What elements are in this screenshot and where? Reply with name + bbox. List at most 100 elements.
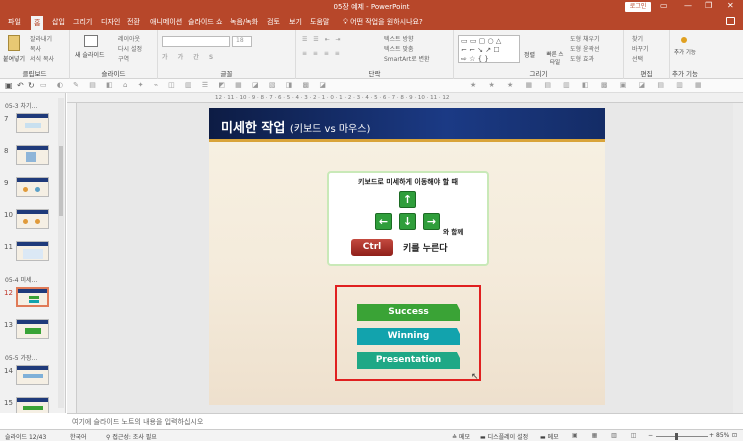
zoom-slider[interactable] <box>656 436 708 437</box>
slide-title[interactable]: 미세한 작업 (키보드 vs 마우스) <box>221 117 370 136</box>
tab-view[interactable]: 보기 <box>289 17 302 27</box>
accessibility-status[interactable]: ⚲ 접근성: 조사 필요 <box>106 432 157 441</box>
display-settings[interactable]: ▬ 디스플레이 설정 <box>480 432 528 441</box>
notes-pane[interactable]: 여기에 슬라이드 노트의 내용을 입력하십시오 <box>67 413 743 429</box>
fit-slide-icon[interactable]: ⊡ <box>732 432 737 439</box>
slide-thumbnail[interactable] <box>16 145 49 165</box>
shape-fill-button[interactable]: 도형 채우기 <box>570 34 600 43</box>
slide-thumbnail[interactable] <box>16 209 49 229</box>
slide-thumbnail[interactable] <box>16 113 49 133</box>
layout-button[interactable]: 레이아웃 <box>118 34 140 43</box>
qat-tools-right[interactable]: ★ ★ ★ ▦ ▤ ▥ ◧ ▩ ▣ ◪ ▤ ▥ ▦ <box>470 81 707 89</box>
qat-tools[interactable]: ▭ ◐ ✎ ▤ ◧ ⌂ ✦ ⌁ ◫ ▥ ☰ ◩ ▦ ◪ ▧ ◨ ▩ ◪ <box>40 81 330 89</box>
font-format-buttons[interactable]: 가 가 간 S <box>162 52 217 61</box>
slide-title-banner: 미세한 작업 (키보드 vs 마우스) <box>209 108 605 142</box>
ribbon-display-icon[interactable]: ▭ <box>660 1 668 10</box>
slide-number: 8 <box>4 147 9 155</box>
new-slide-button[interactable]: 새 슬라이드 <box>75 50 105 59</box>
paste-button[interactable]: 붙여넣기 <box>3 54 25 63</box>
editor-scrollbar[interactable] <box>733 103 743 413</box>
notes-icon: ≙ <box>452 434 459 441</box>
tab-review[interactable]: 검토 <box>267 17 280 27</box>
right-arrow-key-icon: → <box>423 213 440 230</box>
replace-button[interactable]: 바꾸기 <box>632 44 649 53</box>
redo-icon[interactable]: ↻ <box>28 81 35 90</box>
maximize-icon[interactable]: ❐ <box>705 1 712 10</box>
status-bar: 슬라이드 12/43 한국어 ⚲ 접근성: 조사 필요 ≙ 메모 ▬ 디스플레이… <box>0 429 743 441</box>
comment-icon: ▬ <box>540 434 548 441</box>
tab-insert[interactable]: 삽입 <box>52 17 65 27</box>
cut-button[interactable]: 잘라내기 <box>30 34 52 43</box>
tab-animations[interactable]: 애니메이션 <box>150 17 182 27</box>
align-buttons[interactable]: ≡ ≡ ≡ ≡ <box>302 50 342 57</box>
view-buttons[interactable]: ▣ ▦ ▥ ◫ <box>572 432 642 439</box>
font-group: 18 가 가 간 S 글꼴 <box>158 30 296 79</box>
slide-thumbnail[interactable] <box>16 241 49 261</box>
tab-record[interactable]: 녹음/녹화 <box>230 17 258 27</box>
presentation-bar[interactable]: Presentation <box>357 352 460 369</box>
zoom-out-icon[interactable]: − <box>648 432 653 439</box>
comments-toggle[interactable]: ▬ 메모 <box>540 432 559 441</box>
section-header[interactable]: 05-5 가장... <box>5 353 37 362</box>
select-button[interactable]: 선택 <box>632 54 643 63</box>
tab-design[interactable]: 디자인 <box>101 17 120 27</box>
addins-button[interactable]: 추가 기능 <box>673 48 697 56</box>
section-header[interactable]: 05-4 미세... <box>5 275 37 284</box>
notes-toggle[interactable]: ≙ 메모 <box>452 432 470 441</box>
slide-number: 10 <box>4 211 13 219</box>
comments-label: 메모 <box>547 434 559 441</box>
smartart-button[interactable]: SmartArt로 변환 <box>384 54 430 63</box>
font-size-select[interactable]: 18 <box>232 36 252 47</box>
scrollbar-thumb[interactable] <box>59 146 63 216</box>
format-painter-button[interactable]: 서식 복사 <box>30 54 54 63</box>
zoom-slider-thumb[interactable] <box>675 433 678 440</box>
tab-file[interactable]: 파일 <box>8 17 21 27</box>
quick-styles-button[interactable]: 빠른 스타일 <box>546 50 564 66</box>
section-header[interactable]: 05-3 차기... <box>5 101 37 110</box>
font-name-select[interactable] <box>162 36 230 47</box>
slide-thumbnail[interactable] <box>16 177 49 197</box>
addins-icon <box>681 37 687 43</box>
align-text-button[interactable]: 텍스트 맞춤 <box>384 44 414 53</box>
arrange-button[interactable]: 정렬 <box>524 50 535 59</box>
left-arrow-key-icon: ← <box>375 213 392 230</box>
zoom-in-icon[interactable]: + <box>709 432 714 439</box>
undo-icon[interactable]: ↶ <box>17 81 24 90</box>
shapes-gallery[interactable]: ▭ ▭ ▢ ○ △ ⌐ ⌐ ↘ ↗ ☐ ⇨ ☆ { } <box>458 35 520 63</box>
text-direction-button[interactable]: 텍스트 방향 <box>384 34 414 43</box>
slide-thumbnail[interactable] <box>16 397 49 413</box>
tell-me-search[interactable]: 💡︎ 어떤 작업을 원하시나요? <box>343 17 423 27</box>
slide-thumbnail[interactable] <box>16 365 49 385</box>
list-buttons[interactable]: ☰ ☰ ⇤ ⇥ <box>302 36 343 43</box>
selection-highlight: Success Winning Presentation <box>335 285 481 381</box>
winning-bar[interactable]: Winning <box>357 328 460 345</box>
zoom-level[interactable]: 85% <box>716 432 729 439</box>
success-bar[interactable]: Success <box>357 304 460 321</box>
addins-label: 추가 기능 <box>672 70 698 78</box>
shape-outline-button[interactable]: 도형 윤곽선 <box>570 44 600 53</box>
save-icon[interactable]: ▣ <box>5 81 13 90</box>
powerpoint-window: 05장 예제 - PowerPoint 로그인 ▭ — ❐ ✕ 파일 홈 삽입 … <box>0 0 743 441</box>
paragraph-group: ☰ ☰ ⇤ ⇥ ≡ ≡ ≡ ≡ 텍스트 방향 텍스트 맞춤 SmartArt로 … <box>296 30 454 79</box>
reset-button[interactable]: 다시 설정 <box>118 44 142 53</box>
login-button[interactable]: 로그인 <box>625 2 651 12</box>
keyboard-tip-box[interactable]: 키보드로 미세하게 이동해야 할 때 ↑ ← ↓ → 와 함께 Ctrl 키를 … <box>327 171 489 266</box>
tab-transitions[interactable]: 전환 <box>127 17 140 27</box>
comments-icon[interactable] <box>726 17 735 25</box>
copy-button[interactable]: 복사 <box>30 44 41 53</box>
language-indicator[interactable]: 한국어 <box>70 432 87 441</box>
slide-thumbnail-current[interactable] <box>16 287 49 307</box>
close-icon[interactable]: ✕ <box>727 1 734 10</box>
ribbon: 붙여넣기 잘라내기 복사 서식 복사 클립보드 새 슬라이드 레이아웃 다시 설… <box>0 30 743 79</box>
thumbnail-scrollbar[interactable] <box>58 98 64 408</box>
section-button[interactable]: 구역 <box>118 54 129 63</box>
tab-slideshow[interactable]: 슬라이드 쇼 <box>188 17 222 27</box>
current-slide[interactable]: 미세한 작업 (키보드 vs 마우스) 키보드로 미세하게 이동해야 할 때 ↑… <box>209 108 605 405</box>
shape-effects-button[interactable]: 도형 효과 <box>570 54 594 63</box>
tab-draw[interactable]: 그리기 <box>73 17 92 27</box>
tab-help[interactable]: 도움말 <box>310 17 329 27</box>
slide-thumbnail[interactable] <box>16 319 49 339</box>
tab-home[interactable]: 홈 <box>31 16 44 30</box>
minimize-icon[interactable]: — <box>684 1 692 10</box>
find-button[interactable]: 찾기 <box>632 34 643 43</box>
